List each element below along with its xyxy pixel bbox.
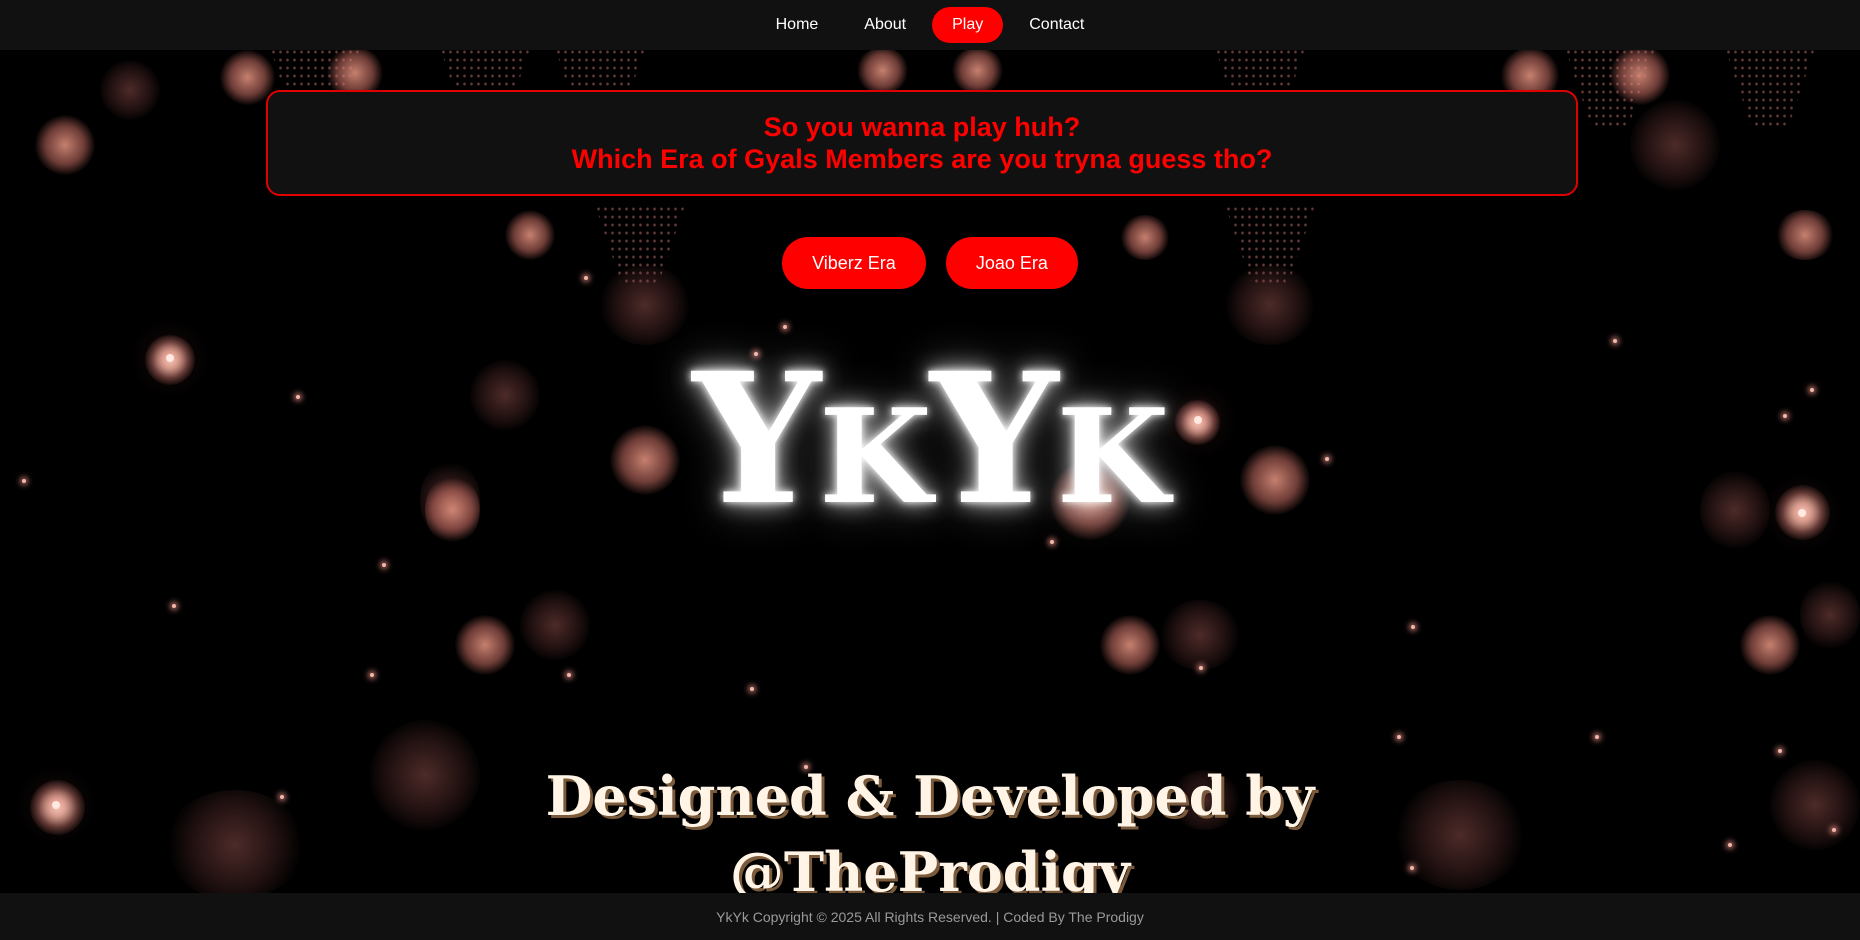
prompt-headline: So you wanna play huh?	[763, 112, 1081, 142]
play-page: Home About Play Contact So you wanna pla…	[0, 0, 1860, 940]
nav-home-link[interactable]: Home	[756, 7, 839, 43]
star-spark	[783, 325, 787, 329]
star-spark	[172, 604, 176, 608]
star-spark	[1411, 625, 1415, 629]
page-footer: YkYk Copyright © 2025 All Rights Reserve…	[0, 893, 1860, 940]
bokeh-light	[100, 60, 160, 120]
bokeh-light	[1630, 100, 1720, 190]
developer-credit: Designed & Developed by @TheProdigy	[0, 758, 1860, 910]
viberz-era-button[interactable]: Viberz Era	[782, 237, 926, 289]
bokeh-light	[520, 590, 590, 660]
prompt-question: Which Era of Gyals Members are you tryna…	[571, 144, 1273, 174]
joao-era-button[interactable]: Joao Era	[945, 237, 1078, 289]
logo-letter: Y	[692, 334, 821, 545]
nav-about-link[interactable]: About	[844, 7, 926, 43]
star-spark	[382, 563, 386, 567]
play-prompt-box: So you wanna play huh? Which Era of Gyal…	[266, 90, 1578, 196]
star-spark	[1778, 749, 1782, 753]
era-button-group: Viberz Era Joao Era	[0, 237, 1860, 289]
bokeh-light	[35, 115, 95, 175]
sparkle-dust	[1725, 48, 1815, 128]
bokeh-light	[1740, 615, 1800, 675]
star-spark	[567, 673, 571, 677]
footer-copyright: YkYk Copyright © 2025 All Rights Reserve…	[716, 908, 1144, 925]
star-spark	[750, 687, 754, 691]
bokeh-light	[1610, 45, 1670, 105]
bokeh-light	[1160, 600, 1240, 670]
bokeh-light	[455, 615, 515, 675]
nav-contact-link[interactable]: Contact	[1009, 7, 1104, 43]
credit-line: Designed & Developed by	[545, 764, 1315, 828]
star-spark	[1613, 339, 1617, 343]
bokeh-light	[950, 48, 1005, 93]
star-spark	[1397, 735, 1401, 739]
bokeh-light	[855, 48, 910, 93]
logo-letter: Y	[930, 334, 1058, 545]
logo-letter: K	[1056, 380, 1170, 533]
top-navbar: Home About Play Contact	[0, 0, 1860, 50]
ykyk-logo: YKYK	[0, 345, 1860, 552]
nav-play-link[interactable]: Play	[932, 7, 1004, 43]
star-spark	[370, 673, 374, 677]
bokeh-light	[1100, 615, 1160, 675]
bokeh-light	[1800, 580, 1860, 650]
logo-letter: K	[819, 380, 932, 533]
star-spark	[1595, 735, 1599, 739]
star-spark	[1199, 666, 1203, 670]
